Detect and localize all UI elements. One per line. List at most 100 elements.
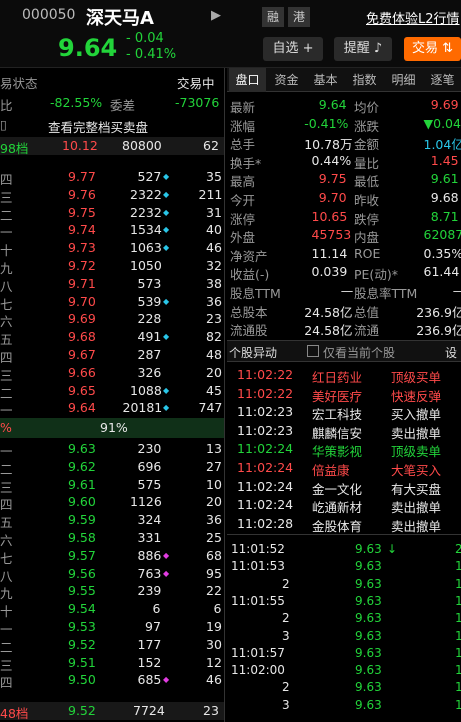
bid-row[interactable]: 九 9.55 239 22 <box>0 582 224 601</box>
ask-row[interactable]: 二 9.75 2232 ◆ 31 <box>0 204 224 223</box>
bid-row[interactable]: 五 9.59 324 36 <box>0 511 224 530</box>
checkbox[interactable] <box>307 345 319 357</box>
bid-row[interactable]: 十 9.54 6 6 <box>0 600 224 619</box>
stat-value: 24.58亿 <box>304 323 353 339</box>
tick-time: 11:01:55 <box>231 593 285 608</box>
ask-count: 48 <box>206 347 222 362</box>
anomaly-time: 11:02:23 <box>237 404 294 420</box>
ask-volume: 539 <box>137 293 162 309</box>
bid-price: 9.54 <box>68 601 96 617</box>
bid-count: 19 <box>206 619 222 634</box>
ask-volume: 20181 <box>122 400 163 416</box>
anomaly-time: 11:02:24 <box>237 478 294 494</box>
tab-4[interactable]: 明细 <box>385 68 422 92</box>
stat-row: 流通股 24.58亿 流通 236.9亿 <box>227 319 461 339</box>
bid-row[interactable]: 二 9.52 177 30 <box>0 636 224 655</box>
anomaly-row[interactable]: 11:02:23 宏工科技 买入撤单 <box>227 403 461 422</box>
stat-row: 换手* 0.44% 量比 1.45 <box>227 152 461 171</box>
tab-3[interactable]: 指数 <box>346 68 383 92</box>
ask-row[interactable]: 三 9.66 326 20 <box>0 364 224 383</box>
stat-value: — <box>340 283 354 298</box>
tick-row: 11:01:57 9.63 1 <box>227 646 461 662</box>
ask-row[interactable]: 八 9.71 573 38 <box>0 275 224 294</box>
ask-price: 9.75 <box>68 204 96 220</box>
ask-price: 9.69 <box>68 311 96 327</box>
bid-row[interactable]: 三 9.51 152 12 <box>0 654 224 673</box>
bid-row[interactable]: 八 9.56 763 ◆ 95 <box>0 565 224 584</box>
tab-5[interactable]: 逐笔 <box>424 68 461 92</box>
ask-count: 40 <box>206 222 222 238</box>
trade-button[interactable]: 交易 ⇅ <box>404 37 461 61</box>
tick-row: 2 9.63 1 <box>227 577 461 593</box>
tick-volume: 1 <box>455 697 461 712</box>
ask-row[interactable]: 六 9.69 228 23 <box>0 310 224 329</box>
anomaly-event: 顶级卖单 <box>391 444 442 460</box>
tick-volume: 1 <box>455 680 461 695</box>
alert-button[interactable]: 提醒 ♪ <box>334 37 392 61</box>
level-label: 一 <box>0 403 13 419</box>
ask-price: 9.72 <box>68 258 96 273</box>
anomaly-header: 个股异动 仅看当前个股 设 <box>227 340 461 362</box>
ask-row[interactable]: 十 9.73 1063 ◆ 46 <box>0 239 224 258</box>
ask-volume: 326 <box>137 364 162 380</box>
bid-row[interactable]: 六 9.58 331 25 <box>0 529 224 548</box>
dot-icon: ◆ <box>163 296 170 306</box>
bid-count: 10 <box>206 476 222 492</box>
tab-0[interactable]: 盘口 <box>229 68 266 92</box>
bell-icon: ♪ <box>369 41 383 56</box>
bid-volume: 324 <box>137 512 162 528</box>
ask-count: 32 <box>206 258 222 273</box>
bid-price: 9.52 <box>68 636 96 652</box>
anomaly-stock: 金一文化 <box>312 481 363 497</box>
ask-row[interactable]: 一 9.64 20181 ◆ 747 <box>0 399 224 419</box>
ask-row[interactable]: 一 9.74 1534 ◆ 40 <box>0 221 224 240</box>
ask-row[interactable]: 四 9.67 287 48 <box>0 346 224 365</box>
ask-count: 38 <box>206 275 222 291</box>
tab-2[interactable]: 基本 <box>307 68 344 92</box>
bid-row[interactable]: 一 9.53 97 19 <box>0 618 224 637</box>
stat-label: 跌停 <box>354 211 380 227</box>
anomaly-row[interactable]: 11:02:24 华策影视 顶级卖单 <box>227 440 461 460</box>
tab-1[interactable]: 资金 <box>268 68 305 92</box>
bid-row[interactable]: 二 9.62 696 27 <box>0 458 224 477</box>
anomaly-row[interactable]: 11:02:24 金一文化 有大买盘 <box>227 478 461 497</box>
trial-link[interactable]: 免费体验L2行情 <box>366 8 460 27</box>
anomaly-time: 11:02:22 <box>237 367 294 382</box>
bid-row[interactable]: 三 9.61 575 10 <box>0 476 224 495</box>
stat-label: 流通股 <box>230 323 268 339</box>
ask-row[interactable]: 九 9.72 1050 32 <box>0 257 224 276</box>
stat-label: 昨收 <box>354 193 380 208</box>
stat-value: 0.44% <box>311 152 352 168</box>
ask-row[interactable]: 三 9.76 2322 ◆ 211 <box>0 186 224 205</box>
anomaly-row[interactable]: 11:02:28 金股体育 卖出撤单 <box>227 515 461 534</box>
bid-row[interactable]: 一 9.63 230 13 <box>0 440 224 459</box>
play-icon[interactable]: ▶ <box>211 8 221 23</box>
stat-value: 62087 <box>423 227 461 243</box>
tick-time: 11:01:53 <box>231 559 285 574</box>
anomaly-row[interactable]: 11:02:22 红日药业 顶级买单 <box>227 366 461 385</box>
ask-row[interactable]: 七 9.70 539 ◆ 36 <box>0 293 224 312</box>
stat-row: 总手 10.78万 金额 1.04亿 <box>227 133 461 153</box>
anomaly-row[interactable]: 11:02:24 倍益康 大笔买入 <box>227 459 461 478</box>
settings-button[interactable]: 设 <box>445 344 457 361</box>
stat-label: 最低 <box>354 174 380 190</box>
bid-row[interactable]: 四 9.60 1126 20 <box>0 493 224 512</box>
tick-price: 9.63 <box>355 680 382 695</box>
watchlist-button[interactable]: 自选 + <box>263 37 323 61</box>
anomaly-row[interactable]: 11:02:24 屹通新材 卖出撤单 <box>227 496 461 515</box>
tick-volume: 1 <box>455 611 461 626</box>
bid-row[interactable]: 七 9.57 886 ◆ 68 <box>0 547 224 566</box>
ask-volume: 1063 <box>130 240 162 256</box>
anomaly-event: 顶级买单 <box>391 370 442 385</box>
anomaly-row[interactable]: 11:02:23 麒麟信安 卖出撤单 <box>227 422 461 441</box>
bid-row[interactable]: 四 9.50 685 ◆ 46 <box>0 671 224 690</box>
ask-row[interactable]: 二 9.65 1088 ◆ 45 <box>0 382 224 401</box>
full-book-link[interactable]: ▯ 查看完整档买卖盘 <box>0 116 224 135</box>
stat-value: 1.04亿 <box>423 137 461 153</box>
tick-price: 9.63 <box>355 593 382 608</box>
ask-row[interactable]: 四 9.77 527 ◆ 35 <box>0 168 224 187</box>
stock-name[interactable]: 深天马A <box>86 4 154 30</box>
ask-volume: 2232 <box>130 204 162 220</box>
ask-row[interactable]: 五 9.68 491 ◆ 82 <box>0 328 224 347</box>
anomaly-row[interactable]: 11:02:22 美好医疗 快速反弹 <box>227 385 461 404</box>
